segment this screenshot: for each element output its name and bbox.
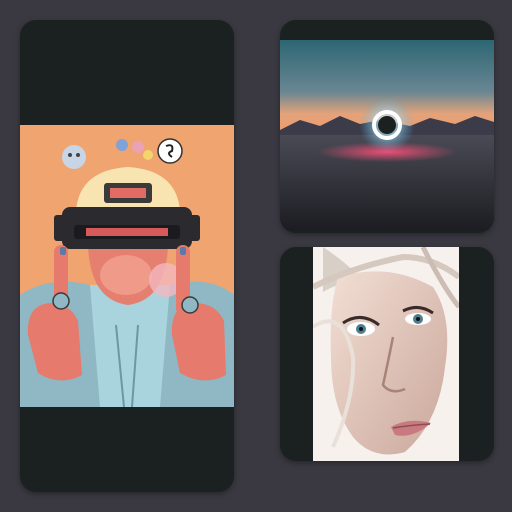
gallery-card-bottom-right[interactable]	[280, 247, 494, 461]
gallery-card-top-right[interactable]	[280, 20, 494, 233]
face-portrait-image[interactable]	[313, 247, 459, 461]
image-gallery	[0, 0, 512, 512]
cartoon-vr-headset-image[interactable]	[20, 125, 234, 407]
glowing-ring-landscape-image[interactable]	[280, 40, 494, 230]
gallery-card-left[interactable]	[20, 20, 234, 492]
